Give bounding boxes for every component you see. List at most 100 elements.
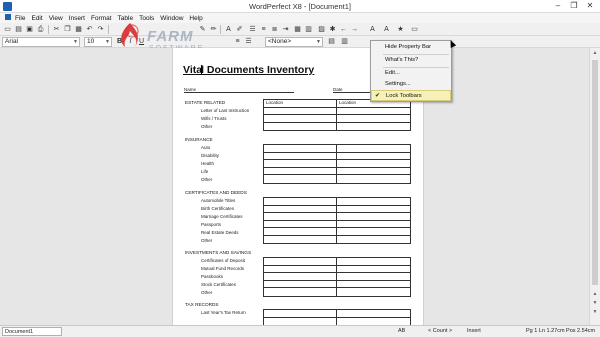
scroll-up-icon[interactable]: ▲ (591, 50, 599, 56)
list-item: Real Estate Deeds (201, 230, 239, 235)
watermark-name: FARM (147, 28, 194, 45)
list-item: Wills / Trusts (201, 116, 227, 121)
document-control-icon[interactable] (2, 14, 12, 22)
line-spacing-icon[interactable]: ☰ (244, 37, 253, 46)
menu-format[interactable]: Format (88, 15, 115, 22)
undo-icon[interactable]: ↶ (85, 25, 94, 34)
font-color-icon[interactable]: A (382, 25, 391, 34)
menu-view[interactable]: View (46, 15, 66, 22)
list-item: Other (201, 177, 213, 182)
menu-item-edit[interactable]: Edit... (371, 68, 451, 79)
font-size-value: 10 (87, 38, 95, 45)
list-item: Auto (201, 145, 211, 150)
bookmark-icon[interactable]: ★ (396, 25, 405, 34)
cut-icon[interactable]: ✂ (52, 25, 61, 34)
list-item: Disability (201, 153, 220, 158)
chart-icon[interactable]: ▤ (327, 37, 336, 46)
property-bar: Arial ▼ 10 ▼ B I U ≡ ☰ <None> ▼ ▤ ▥ (0, 36, 600, 48)
inventory-table (263, 144, 411, 184)
list-item: Letter of Last Instruction (201, 108, 250, 113)
title-bar: WordPerfect X8 - [Document1] – ❐ ✕ (0, 0, 600, 13)
style-select[interactable]: <None> ▼ (265, 37, 323, 47)
menu-file[interactable]: File (12, 15, 28, 22)
columns-icon[interactable]: ▥ (304, 25, 313, 34)
open-folder-icon[interactable]: ▤ (14, 25, 23, 34)
print-icon[interactable]: ⎙ (36, 25, 45, 34)
list-item: Automobile Titles (201, 198, 236, 203)
highlight-icon[interactable]: ✐ (235, 25, 244, 34)
close-button[interactable]: ✕ (582, 1, 598, 12)
save-icon[interactable]: ▣ (25, 25, 34, 34)
column-header: Location (264, 100, 337, 107)
font-size-select[interactable]: 10 ▼ (84, 37, 112, 47)
page-down-icon[interactable]: ▼ (591, 309, 599, 315)
format-icon[interactable]: ▥ (340, 37, 349, 46)
inventory-table (263, 197, 411, 244)
list-item: Health (201, 161, 215, 166)
font-face-select[interactable]: Arial ▼ (2, 37, 80, 47)
section-title: INSURANCE (185, 137, 213, 142)
menu-item-lock-toolbars[interactable]: ✔ Lock Toolbars (371, 90, 451, 101)
forward-button[interactable]: → (350, 25, 359, 34)
scroll-down-icon[interactable]: ▼ (591, 300, 599, 306)
redo-icon[interactable]: ↷ (96, 25, 105, 34)
list-item: Other (201, 290, 213, 295)
paste-icon[interactable]: ▦ (74, 25, 83, 34)
list-item: Certificates of Deposit (201, 258, 246, 263)
document-workspace[interactable]: Vital Documents Inventory Name Date ESTA… (0, 48, 589, 325)
list-icon[interactable]: ☰ (248, 25, 257, 34)
menu-item-settings[interactable]: Settings... (371, 79, 451, 90)
back-button[interactable]: ← (339, 25, 348, 34)
title-text-end: l Documents Inventory (201, 64, 315, 76)
title-text-start: Vita (183, 64, 203, 76)
document-title[interactable]: Vital Documents Inventory (183, 64, 314, 76)
list-item: Other (201, 124, 213, 129)
new-document-icon[interactable]: ▭ (3, 25, 12, 34)
style-value: <None> (268, 38, 292, 45)
table-icon[interactable]: ▦ (293, 25, 302, 34)
list-item: Passports (201, 222, 222, 227)
list-item: Marriage Certificates (201, 214, 243, 219)
insert-mode-indicator[interactable]: Insert (467, 328, 481, 334)
vertical-scrollbar[interactable]: ▲ ▲ ▼ ▼ (589, 48, 600, 325)
word-count-indicator[interactable]: < Count > (428, 328, 452, 334)
date-label: Date (333, 87, 343, 92)
copy-icon[interactable]: ❐ (63, 25, 72, 34)
cursor-position-indicator: Pg 1 Ln 1.27cm Pos 2.54cm (526, 328, 596, 334)
name-field-line: Name (184, 87, 294, 93)
menu-insert[interactable]: Insert (66, 15, 88, 22)
list-item: Life (201, 169, 209, 174)
list-item: Other (201, 238, 213, 243)
restore-button[interactable]: ❐ (566, 1, 582, 12)
inventory-table: Location Location (263, 99, 411, 131)
view-mode-indicator[interactable]: AB (398, 328, 405, 334)
page-up-icon[interactable]: ▲ (591, 291, 599, 297)
menu-item-label: Hide Property Bar (385, 44, 432, 50)
menu-item-label: Lock Toolbars (386, 93, 422, 99)
indent-icon[interactable]: ⇥ (281, 25, 290, 34)
list-item: Mutual Fund Records (201, 266, 245, 271)
status-bar: Document1 AB < Count > Insert Pg 1 Ln 1.… (0, 325, 600, 337)
symbol-icon[interactable]: ✱ (328, 25, 337, 34)
align-left-icon[interactable]: ≡ (233, 37, 242, 46)
inventory-table (263, 257, 411, 297)
numbered-list-icon[interactable]: ≡ (259, 25, 268, 34)
minimize-button[interactable]: – (550, 1, 566, 12)
list-item: Birth Certificates (201, 206, 235, 211)
menu-edit[interactable]: Edit (28, 15, 45, 22)
text-box-icon[interactable]: A (224, 25, 233, 34)
inventory-table (263, 309, 411, 325)
menu-item-whats-this[interactable]: What's This? (371, 55, 451, 66)
main-toolbar: ▭ ▤ ▣ ⎙ ✂ ❐ ▦ ↶ ↷ ✎ ✏ A ✐ ☰ ≡ ≣ ⇥ ▦ ▥ ▨ … (0, 23, 600, 36)
document-tab[interactable]: Document1 (2, 327, 62, 336)
macro-icon[interactable]: ▭ (410, 25, 419, 34)
menu-item-label: Edit... (385, 70, 400, 76)
scrollbar-thumb[interactable] (592, 60, 598, 285)
list-item: Last Year's Tax Return (201, 310, 246, 315)
section-title: TAX RECORDS (185, 302, 219, 307)
outline-icon[interactable]: ≣ (270, 25, 279, 34)
text-color-icon[interactable]: A (368, 25, 377, 34)
image-icon[interactable]: ▨ (317, 25, 326, 34)
flame-icon (121, 23, 139, 47)
menu-item-hide-property-bar[interactable]: Hide Property Bar (371, 42, 451, 53)
